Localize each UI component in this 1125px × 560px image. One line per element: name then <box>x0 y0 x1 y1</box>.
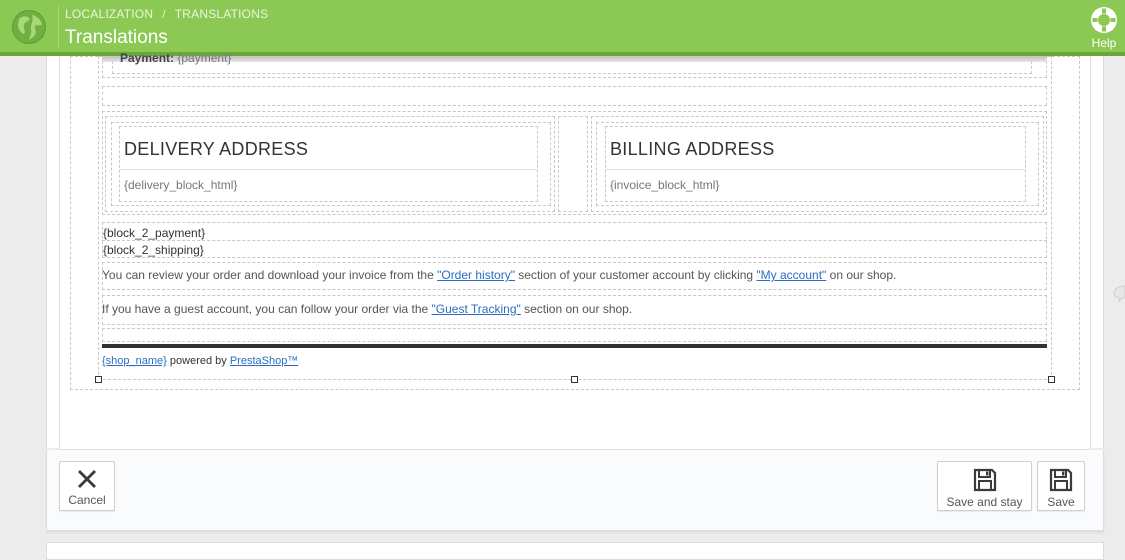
billing-rule <box>606 169 1025 170</box>
floppy-disk-icon <box>1049 468 1073 492</box>
speech-bubble-icon[interactable] <box>1113 284 1125 302</box>
save-and-stay-label: Save and stay <box>946 495 1023 509</box>
globe-icon <box>12 10 46 44</box>
shop-name-link[interactable]: {shop_name} <box>102 355 167 367</box>
breadcrumb: LOCALIZATION / TRANSLATIONS <box>65 7 268 21</box>
payment-cell-frame <box>112 56 1032 74</box>
save-and-stay-button[interactable]: Save and stay <box>937 461 1032 511</box>
page-header: LOCALIZATION / TRANSLATIONS Translations H… <box>0 0 1125 56</box>
review-text-1: You can review your order and download y… <box>102 268 438 282</box>
block-shipping-tag[interactable]: {block_2_shipping} <box>103 243 204 257</box>
resize-handle-right[interactable] <box>1048 376 1055 383</box>
floppy-disk-icon <box>973 468 996 492</box>
breadcrumb-translations[interactable]: TRANSLATIONS <box>175 7 269 21</box>
spacer-row-2 <box>102 328 1047 342</box>
delivery-rule <box>120 169 537 170</box>
help-label: Help <box>1091 36 1117 50</box>
save-button[interactable]: Save <box>1037 461 1085 511</box>
help-button[interactable]: Help <box>1087 5 1121 50</box>
spacer-row <box>102 86 1047 106</box>
guest-text-2: section on our shop. <box>520 302 633 316</box>
breadcrumb-localization[interactable]: LOCALIZATION <box>65 7 153 21</box>
my-account-link[interactable]: "My account" <box>756 268 826 282</box>
review-text-2: section of your customer account by clic… <box>514 268 757 282</box>
powered-by-text: powered by <box>166 355 230 367</box>
review-paragraph[interactable]: You can review your order and download y… <box>102 268 896 282</box>
guest-tracking-link[interactable]: "Guest Tracking" <box>432 302 521 316</box>
email-footer[interactable]: {shop_name} powered by PrestaShop™ <box>102 355 298 367</box>
close-icon <box>78 470 96 488</box>
lifebuoy-icon <box>1091 7 1117 33</box>
breadcrumb-separator: / <box>162 7 166 21</box>
page-title: Translations <box>65 27 168 48</box>
billing-block-tag[interactable]: {invoice_block_html} <box>610 178 719 192</box>
block-payment-tag[interactable]: {block_2_payment} <box>103 226 205 240</box>
resize-handle-center[interactable] <box>571 376 578 383</box>
payment-row[interactable]: Payment: {payment} <box>120 51 231 65</box>
guest-paragraph[interactable]: If you have a guest account, you can fol… <box>102 302 632 316</box>
payment-label: Payment: <box>120 51 175 65</box>
delivery-address-title[interactable]: DELIVERY ADDRESS <box>124 139 308 160</box>
resize-handle-left[interactable] <box>95 376 102 383</box>
prestashop-link[interactable]: PrestaShop™ <box>230 355 298 367</box>
payment-value: {payment} <box>177 51 232 65</box>
next-panel-edge <box>46 542 1104 560</box>
delivery-block-tag[interactable]: {delivery_block_html} <box>124 178 237 192</box>
block-tags-divider <box>102 240 1047 241</box>
cancel-label: Cancel <box>68 493 106 507</box>
cancel-button[interactable]: Cancel <box>59 461 115 511</box>
review-text-3: on our shop. <box>826 268 897 282</box>
order-history-link[interactable]: "Order history" <box>437 268 515 282</box>
guest-text-1: If you have a guest account, you can fol… <box>102 302 432 316</box>
billing-address-title[interactable]: BILLING ADDRESS <box>610 139 775 160</box>
header-divider <box>58 6 59 48</box>
footer-separator <box>102 344 1047 348</box>
address-gap-frame <box>558 116 588 212</box>
save-label: Save <box>1047 495 1075 509</box>
